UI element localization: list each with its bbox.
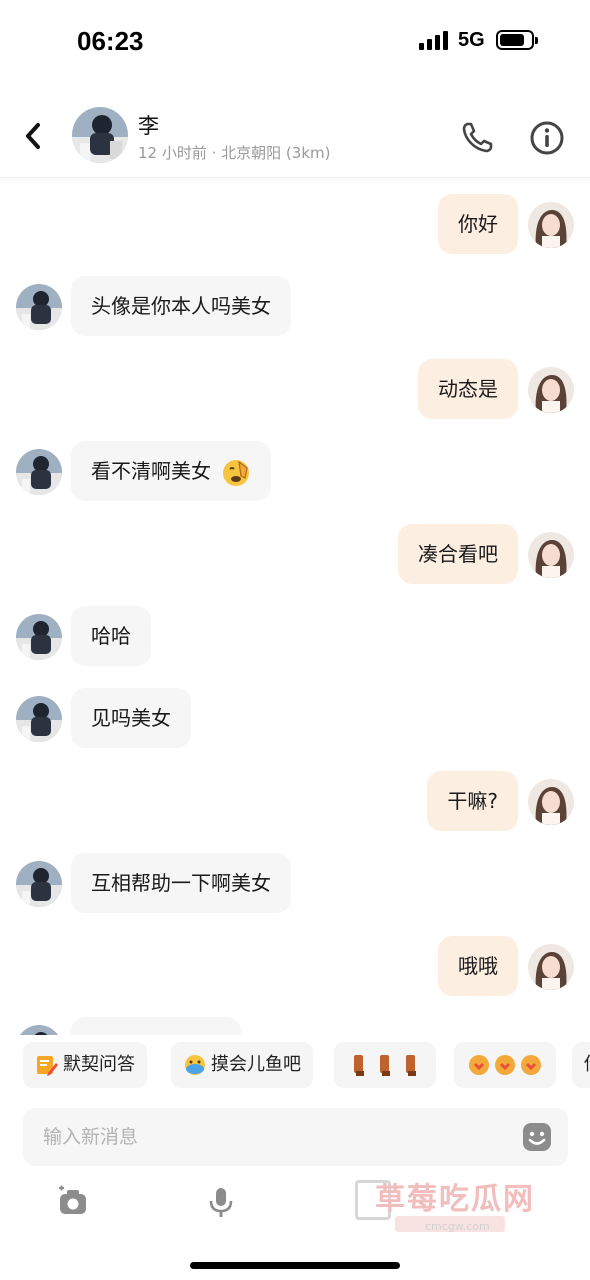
quick-reply-chip[interactable]: 你: [572, 1042, 590, 1088]
microphone-icon[interactable]: [204, 1185, 238, 1219]
emoji-icon[interactable]: [522, 1122, 552, 1152]
message-input-box: [23, 1108, 568, 1166]
info-button[interactable]: [527, 118, 567, 158]
message-bubble-incoming[interactable]: 见吗美女: [71, 688, 191, 748]
watermark-text: 草莓吃瓜网: [375, 1182, 535, 1217]
fish-emoji-icon: [185, 1055, 205, 1075]
message-bubble-outgoing[interactable]: 动态是: [418, 359, 518, 419]
message-bubble-outgoing[interactable]: 你好: [438, 194, 518, 254]
quick-reply-chip[interactable]: [454, 1042, 556, 1088]
message-bubble-incoming[interactable]: 哈哈: [71, 606, 151, 666]
quick-reply-chip[interactable]: [334, 1042, 436, 1088]
message-bubble-outgoing[interactable]: 哦哦: [438, 936, 518, 996]
watermark: 草莓吃瓜网 cmcgw.com: [355, 1172, 585, 1242]
message-bubble-outgoing[interactable]: 干嘛?: [427, 771, 518, 831]
message-text: 看不清啊美女: [91, 459, 211, 483]
contact-avatar-small[interactable]: [16, 449, 62, 495]
back-button[interactable]: [14, 116, 54, 156]
chat-header: 李 12 小时前 · 北京朝阳 (3km): [0, 92, 590, 178]
boots-sticker-icon: [354, 1055, 416, 1076]
pencil-note-icon: [37, 1056, 58, 1076]
chevron-left-icon: [26, 123, 40, 149]
quick-reply-chip[interactable]: 默契问答: [23, 1042, 147, 1088]
message-bubble-incoming[interactable]: 看不清啊美女: [71, 441, 272, 501]
message-bubble-outgoing[interactable]: 凑合看吧: [398, 524, 518, 584]
camera-icon[interactable]: [56, 1185, 90, 1219]
message-list[interactable]: 你好 头像是你本人吗美女 动态是 看不清啊美女 凑合看吧 哈哈 见吗美女 干嘛?…: [0, 179, 590, 1035]
quick-reply-label: 默契问答: [63, 1054, 135, 1075]
message-bubble-incoming[interactable]: [71, 1017, 241, 1035]
heart-hands-sticker-icon: [469, 1055, 541, 1075]
contact-avatar-small[interactable]: [16, 284, 62, 330]
message-bubble-incoming[interactable]: 头像是你本人吗美女: [71, 276, 291, 336]
contact-avatar[interactable]: [72, 107, 128, 163]
home-indicator[interactable]: [190, 1262, 400, 1269]
battery-icon: [496, 30, 538, 50]
my-avatar[interactable]: [528, 779, 574, 825]
message-bubble-incoming[interactable]: 互相帮助一下啊美女: [71, 853, 291, 913]
contact-avatar-small[interactable]: [16, 861, 62, 907]
my-avatar[interactable]: [528, 367, 574, 413]
phone-icon: [462, 122, 493, 153]
info-icon: [530, 121, 564, 155]
message-input[interactable]: [43, 1108, 503, 1166]
my-avatar[interactable]: [528, 944, 574, 990]
contact-status: 12 小时前 · 北京朝阳 (3km): [138, 144, 331, 162]
contact-avatar-small[interactable]: [16, 614, 62, 660]
contact-name: 李: [138, 114, 159, 138]
status-time: 06:23: [77, 26, 144, 56]
my-avatar[interactable]: [528, 532, 574, 578]
watermark-url: cmcgw.com: [425, 1220, 490, 1233]
signal-icon: [419, 30, 449, 50]
quick-reply-chip[interactable]: 摸会儿鱼吧: [171, 1042, 313, 1088]
facepalm-emoji-icon: [223, 459, 250, 486]
contact-avatar-small[interactable]: [16, 1025, 62, 1035]
contact-avatar-small[interactable]: [16, 696, 62, 742]
quick-reply-label: 你: [584, 1054, 590, 1075]
network-label: 5G: [458, 29, 485, 51]
status-bar: 06:23 5G: [0, 0, 590, 80]
quick-reply-label: 摸会儿鱼吧: [211, 1054, 301, 1075]
phone-button[interactable]: [459, 120, 495, 156]
my-avatar[interactable]: [528, 202, 574, 248]
quick-reply-bar: 默契问答 摸会儿鱼吧 你: [0, 1040, 590, 1090]
